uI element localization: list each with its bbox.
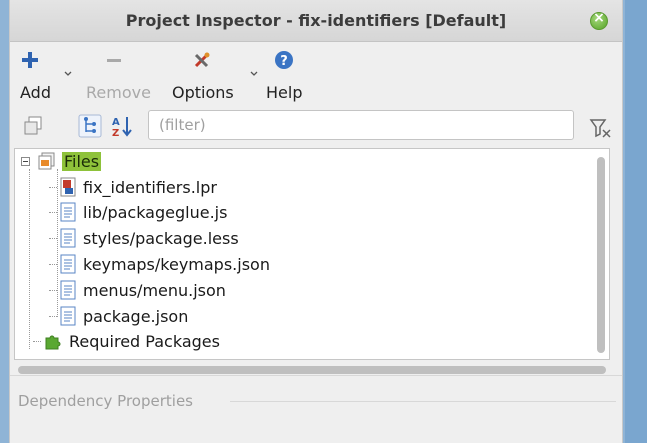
tree-item-file[interactable]: package.json (49, 304, 188, 328)
text-file-icon (60, 254, 76, 274)
help-button[interactable]: ? Help (264, 50, 314, 102)
file-label: fix_identifiers.lpr (83, 177, 217, 197)
pages-icon[interactable] (22, 114, 46, 138)
tree-item-file[interactable]: keymaps/keymaps.json (49, 252, 270, 276)
tools-icon (194, 52, 210, 68)
svg-text:?: ? (280, 54, 288, 69)
splitter[interactable] (10, 375, 622, 376)
tree-item-file[interactable]: lib/packageglue.js (49, 200, 227, 224)
remove-label: Remove (86, 83, 151, 102)
groupbox-border (230, 401, 616, 402)
file-label: keymaps/keymaps.json (83, 254, 270, 274)
help-label: Help (266, 83, 303, 102)
sort-az-icon[interactable]: A Z (110, 114, 134, 138)
file-label: package.json (83, 306, 189, 326)
title-bar[interactable]: Project Inspector - fix-identifiers [Def… (10, 0, 622, 42)
text-file-icon (60, 280, 76, 300)
tree-node-files[interactable]: Files (21, 149, 102, 173)
package-puzzle-icon (45, 335, 61, 350)
clear-filter-icon[interactable] (588, 116, 612, 140)
dependency-properties-title: Dependency Properties (18, 392, 193, 410)
files-label: Files (62, 151, 102, 171)
tree-item-file[interactable]: menus/menu.json (49, 278, 226, 302)
add-label: Add (20, 83, 51, 102)
vertical-scrollbar[interactable] (597, 157, 605, 353)
horizontal-scrollbar[interactable] (18, 366, 606, 374)
chevron-down-icon (250, 71, 258, 76)
files-folder-icon (38, 152, 55, 170)
collapse-icon[interactable] (21, 156, 30, 166)
chevron-down-icon (64, 71, 72, 76)
required-packages-label: Required Packages (69, 331, 220, 351)
lazarus-project-file-icon (60, 177, 76, 197)
options-label: Options (172, 83, 234, 102)
window-title: Project Inspector - fix-identifiers [Def… (125, 11, 507, 30)
desktop-background (625, 0, 647, 443)
tree-node-required-packages[interactable]: Required Packages (33, 329, 220, 353)
text-file-icon (60, 228, 76, 248)
file-label: menus/menu.json (83, 280, 226, 300)
add-button[interactable]: Add (14, 50, 76, 102)
svg-text:A: A (112, 117, 120, 128)
project-tree[interactable]: Files fix_identifiers.lpr lib/packageglu… (14, 148, 610, 360)
text-file-icon (60, 202, 76, 222)
toolbar: Add Remove Options ? Help (10, 44, 622, 102)
text-file-icon (60, 306, 76, 326)
filter-bar: A Z (10, 108, 622, 144)
tree-guide-line (29, 169, 30, 349)
plus-icon (22, 52, 38, 68)
file-label: styles/package.less (83, 228, 239, 248)
minus-icon (107, 59, 121, 62)
options-button[interactable]: Options (170, 50, 262, 102)
tree-item-file[interactable]: styles/package.less (49, 226, 239, 250)
help-icon: ? (275, 51, 293, 69)
tree-item-file[interactable]: fix_identifiers.lpr (49, 175, 217, 199)
svg-text:Z: Z (112, 128, 119, 138)
close-window-button[interactable] (590, 10, 608, 30)
file-label: lib/packageglue.js (83, 202, 228, 222)
filter-input[interactable] (148, 110, 574, 140)
project-inspector-window: Project Inspector - fix-identifiers [Def… (9, 0, 623, 443)
remove-button[interactable]: Remove (82, 50, 162, 102)
tree-view-icon[interactable] (78, 114, 102, 138)
